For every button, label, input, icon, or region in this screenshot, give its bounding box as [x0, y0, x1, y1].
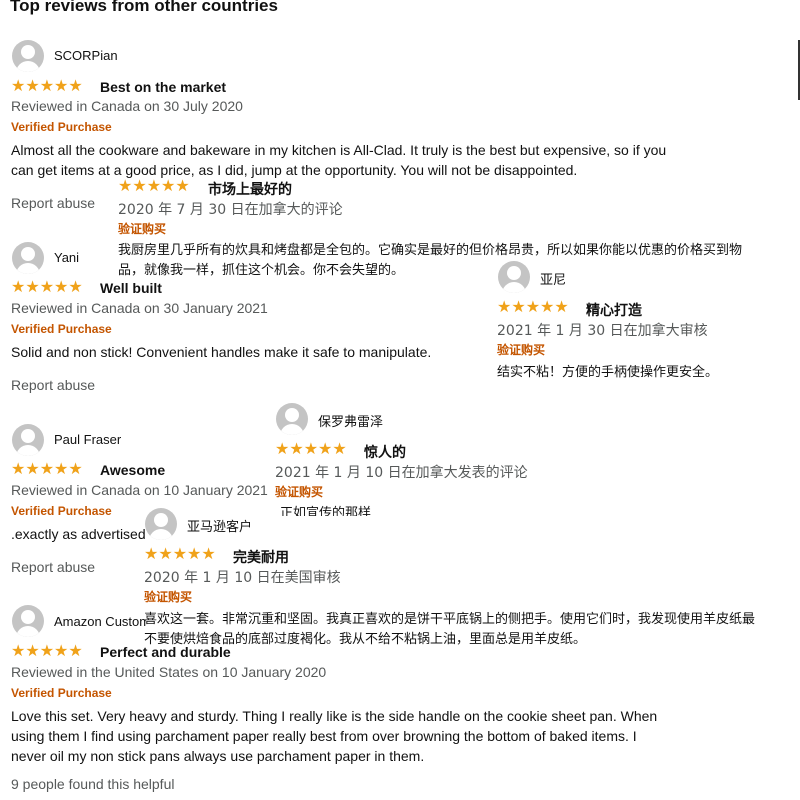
- review-body-line: can get items at a good price, as I did,…: [11, 162, 578, 178]
- review-body-line: Almost all the cookware and bakeware in …: [11, 142, 667, 158]
- translated-body: 结实不粘！方便的手柄使操作更安全。: [497, 365, 719, 380]
- translated-date: 2021 年 1 月 30 日在加拿大审核: [497, 323, 708, 339]
- translated-body-line: 我厨房里几乎所有的炊具和烤盘都是全包的。它确实是最好的但价格昂贵，所以如果你能以…: [118, 243, 743, 258]
- translated-date: 2021 年 1 月 10 日在加拿大发表的评论: [275, 465, 528, 481]
- review-date: Reviewed in Canada on 30 January 2021: [11, 300, 268, 316]
- review-body: Solid and non stick! Convenient handles …: [11, 344, 432, 360]
- translated-reviewer-name: 亚尼: [540, 273, 567, 288]
- report-abuse-link[interactable]: Report abuse: [11, 195, 95, 211]
- verified-purchase-badge: Verified Purchase: [11, 120, 112, 134]
- verified-purchase-badge: Verified Purchase: [11, 322, 112, 336]
- translated-title: 惊人的: [364, 445, 406, 461]
- section-heading: Top reviews from other countries: [10, 0, 278, 15]
- avatar-icon: [12, 424, 44, 456]
- translated-body-line: 品，就像我一样，抓住这个机会。你不会失望的。: [118, 263, 405, 278]
- five-star-rating-icon: ★★★★★: [144, 546, 216, 563]
- translated-verified-badge: 验证购买: [497, 343, 546, 357]
- reviewer-name[interactable]: SCORPian: [54, 48, 118, 63]
- reviewer-name[interactable]: Yani: [54, 250, 79, 265]
- review-body-line: using them I find using parchament paper…: [11, 728, 637, 744]
- translated-body-line: 喜欢这一套。非常沉重和坚固。我真正喜欢的是饼干平底锅上的侧把手。使用它们时，我发…: [144, 612, 756, 627]
- avatar-icon: [498, 261, 530, 293]
- helpful-count: 9 people found this helpful: [11, 776, 175, 792]
- translated-date: 2020 年 1 月 10 日在美国审核: [144, 570, 341, 586]
- avatar-icon: [12, 40, 44, 72]
- five-star-rating-icon: ★★★★★: [497, 299, 569, 316]
- review-body-line: Love this set. Very heavy and sturdy. Th…: [11, 708, 658, 724]
- five-star-rating-icon: ★★★★★: [11, 279, 83, 296]
- reviewer-name[interactable]: Amazon Customer: [54, 614, 146, 629]
- report-abuse-link[interactable]: Report abuse: [11, 377, 95, 393]
- translated-title: 完美耐用: [233, 550, 289, 566]
- verified-purchase-badge: Verified Purchase: [11, 504, 112, 518]
- five-star-rating-icon: ★★★★★: [118, 178, 190, 195]
- five-star-rating-icon: ★★★★★: [11, 461, 83, 478]
- review-title[interactable]: Perfect and durable: [100, 644, 231, 660]
- five-star-rating-icon: ★★★★★: [275, 441, 347, 458]
- report-abuse-link[interactable]: Report abuse: [11, 559, 95, 575]
- five-star-rating-icon: ★★★★★: [11, 78, 83, 95]
- translated-date: 2020 年 7 月 30 日在加拿大的评论: [118, 202, 343, 218]
- review-body: .exactly as advertised: [11, 526, 146, 542]
- verified-purchase-badge: Verified Purchase: [11, 686, 112, 700]
- avatar-icon: [12, 605, 44, 637]
- translated-body: 正如宣传的那样: [280, 506, 372, 516]
- review-date: Reviewed in Canada on 30 July 2020: [11, 98, 243, 114]
- translated-verified-badge: 验证购买: [144, 590, 193, 604]
- translated-verified-badge: 验证购买: [275, 485, 324, 499]
- review-date: Reviewed in Canada on 10 January 2021: [11, 482, 268, 498]
- avatar-icon: [12, 242, 44, 274]
- review-body-line: never oil my non stick pans always use p…: [11, 748, 425, 764]
- avatar-icon: [145, 508, 177, 540]
- review-title[interactable]: Awesome: [100, 462, 165, 478]
- review-title[interactable]: Well built: [100, 280, 162, 296]
- translated-verified-badge: 验证购买: [118, 222, 167, 236]
- reviewer-name[interactable]: Paul Fraser: [54, 432, 121, 447]
- translated-reviewer-name: 亚马逊客户: [187, 520, 253, 535]
- review-date: Reviewed in the United States on 10 Janu…: [11, 664, 327, 680]
- translated-reviewer-name: 保罗弗雷泽: [318, 415, 384, 430]
- avatar-icon: [276, 403, 308, 435]
- translated-title: 市场上最好的: [208, 182, 292, 198]
- review-title[interactable]: Best on the market: [100, 79, 226, 95]
- five-star-rating-icon: ★★★★★: [11, 643, 83, 660]
- translated-title: 精心打造: [586, 303, 642, 319]
